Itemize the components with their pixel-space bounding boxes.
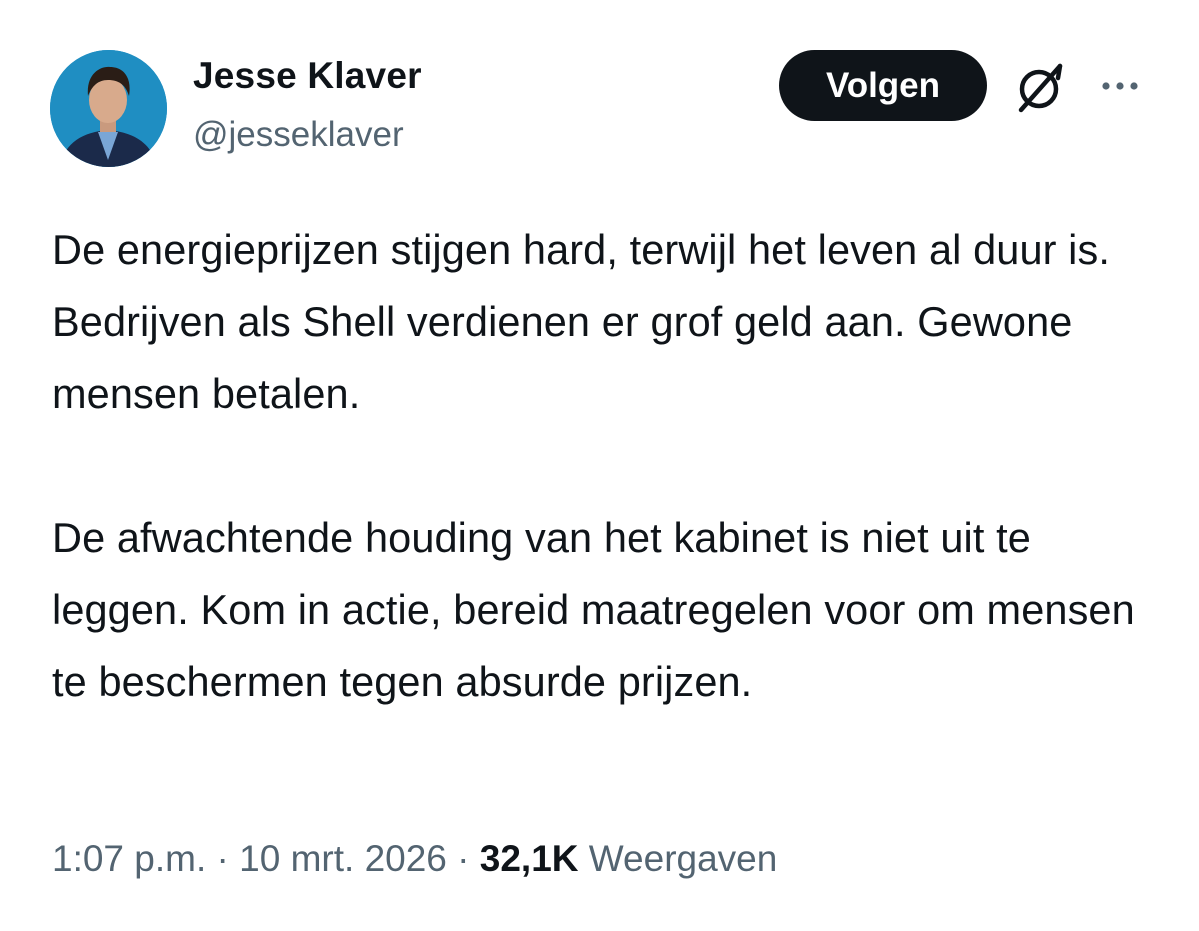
views-count: 32,1K	[479, 838, 579, 879]
tweet-text: De energieprijzen stijgen hard, terwijl …	[52, 214, 1162, 718]
profile-photo-icon	[50, 50, 167, 167]
grok-icon[interactable]	[1012, 58, 1070, 116]
views-label: Weergaven	[588, 838, 778, 879]
grok-icon-glyph	[1018, 63, 1063, 113]
tweet-time[interactable]: 1:07 p.m.	[52, 838, 206, 879]
avatar[interactable]	[50, 50, 167, 167]
tweet-paragraph: De energieprijzen stijgen hard, terwijl …	[52, 226, 1110, 417]
tweet-paragraph: De afwachtende houding van het kabinet i…	[52, 514, 1135, 705]
tweet: Jesse Klaver @jesseklaver Volgen De ener…	[0, 0, 1199, 931]
tweet-meta: 1:07 p.m. · 10 mrt. 2026 · 32,1K Weergav…	[52, 838, 777, 880]
author-display-name[interactable]: Jesse Klaver	[193, 55, 422, 97]
meta-separator: ·	[216, 838, 229, 879]
meta-separator: ·	[457, 838, 470, 879]
follow-button[interactable]: Volgen	[779, 50, 987, 121]
tweet-date[interactable]: 10 mrt. 2026	[239, 838, 447, 879]
author-handle[interactable]: @jesseklaver	[193, 115, 404, 155]
more-dots-glyph	[1102, 82, 1138, 90]
more-dots-icon[interactable]	[1096, 66, 1146, 106]
